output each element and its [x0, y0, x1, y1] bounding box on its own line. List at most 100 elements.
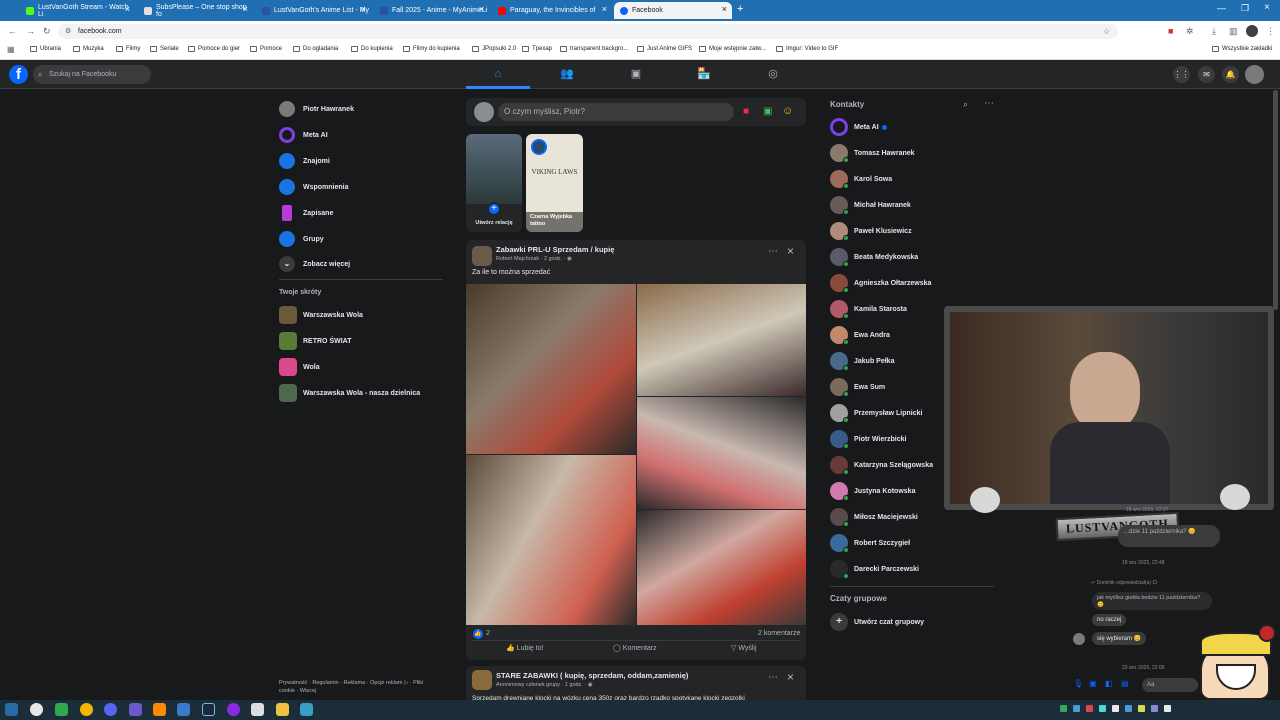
post-time[interactable]: 1 godz.	[565, 682, 583, 688]
bookmark-folder[interactable]: Filmy	[116, 46, 140, 52]
search-icon[interactable]: ⌕	[963, 99, 968, 110]
steam-icon[interactable]	[202, 703, 215, 716]
group-avatar[interactable]	[472, 246, 492, 266]
reload-icon[interactable]: ↻	[43, 26, 51, 37]
footer-link[interactable]: Więcej	[300, 688, 317, 694]
side-panel-icon[interactable]: ▥	[1229, 26, 1238, 37]
contact-item[interactable]: Katarzyna Szelągowska	[830, 456, 933, 475]
start-icon[interactable]	[5, 703, 18, 716]
footer-link[interactable]: Prywatność	[279, 680, 307, 686]
sidebar-item-saved[interactable]: Zapisane	[279, 204, 333, 222]
post-photo[interactable]	[637, 397, 806, 509]
menu-grid-icon[interactable]: ⋮⋮	[1173, 66, 1190, 83]
browser-tab[interactable]: LustVanGoth Stream - Watch Li ×	[20, 2, 135, 19]
app-icon[interactable]	[227, 703, 240, 716]
bookmark-folder[interactable]: Do kupienia	[351, 46, 393, 52]
contact-item[interactable]: Beata Medykowska	[830, 248, 918, 267]
forward-icon[interactable]: →	[26, 26, 35, 36]
gif-icon[interactable]: ▤	[1121, 679, 1129, 688]
story-create[interactable]: + Utwórz relację	[466, 134, 522, 232]
comment-count[interactable]: 2 komentarze	[758, 630, 800, 637]
browser-tab[interactable]: SubsPlease – One stop shop fo ×	[138, 2, 253, 19]
bookmark-folder[interactable]: Do ogladania	[293, 46, 338, 52]
account-avatar[interactable]	[1245, 65, 1264, 84]
site-info-icon[interactable]: ⚙	[65, 24, 71, 39]
sidebar-item-meta-ai[interactable]: Meta AI	[279, 126, 328, 144]
photo-icon[interactable]: ▣	[763, 106, 772, 117]
footer-link[interactable]: Regulamin	[312, 680, 338, 686]
groups-icon[interactable]: ◎	[766, 67, 780, 81]
bookmark-star-icon[interactable]: ☆	[1103, 24, 1110, 39]
post-group-name[interactable]: STARE ZABAWKI ( kupię, sprzedam, oddam,z…	[496, 671, 688, 680]
discord-icon[interactable]	[104, 703, 117, 716]
contact-item[interactable]: Robert Szczygieł	[830, 534, 910, 553]
bookmark-folder[interactable]: Muzyka	[73, 46, 104, 52]
close-tab-icon[interactable]: ×	[361, 4, 366, 14]
tray-icon[interactable]	[1151, 705, 1158, 712]
like-button[interactable]: 👍 Lubię to!	[506, 644, 544, 652]
footer-link[interactable]: Reklama	[344, 680, 366, 686]
bookmark-folder[interactable]: Pomoce do gier	[188, 46, 240, 52]
post-author[interactable]: Robert Majchrzak	[496, 256, 539, 262]
chrome-icon[interactable]	[30, 703, 43, 716]
microphone-icon[interactable]: 🎙	[1073, 679, 1083, 688]
app-icon[interactable]	[177, 703, 190, 716]
bookmark-folder[interactable]: Filmy do kupienia	[403, 46, 460, 52]
post-author[interactable]: Anonimowy członek grupy	[496, 682, 560, 688]
browser-tab[interactable]: Fall 2025 - Anime - MyAnimeLi ×	[374, 2, 489, 19]
browser-tab-active[interactable]: Facebook ×	[614, 2, 732, 19]
all-bookmarks[interactable]: Wszystkie zakładki	[1212, 46, 1272, 52]
apps-grid-icon[interactable]: ▦	[7, 45, 15, 54]
bookmark-folder[interactable]: Pomoce	[250, 46, 282, 52]
feeling-icon[interactable]: ☺	[782, 105, 793, 117]
tray-icon[interactable]	[1125, 705, 1132, 712]
tray-icon[interactable]	[1099, 705, 1106, 712]
tray-icon[interactable]	[1164, 705, 1171, 712]
close-tab-icon[interactable]: ×	[479, 4, 484, 14]
tray-icon[interactable]	[1138, 705, 1145, 712]
close-tab-icon[interactable]: ×	[125, 4, 130, 14]
post-photo[interactable]	[637, 510, 806, 625]
sticker-icon[interactable]: ◧	[1105, 679, 1113, 688]
bookmark-link[interactable]: Just Anime GIFS	[637, 46, 692, 52]
composer-input[interactable]: O czym myślisz, Piotr?	[498, 103, 734, 121]
close-window-button[interactable]: ×	[1264, 2, 1270, 13]
contact-item[interactable]: Ewa Sum	[830, 378, 885, 397]
contact-item[interactable]: Tomasz Hawranek	[830, 144, 915, 163]
post-photo[interactable]	[466, 284, 636, 454]
contact-item[interactable]: Karol Sowa	[830, 170, 892, 189]
menu-kebab-icon[interactable]: ⋮	[1266, 26, 1275, 37]
bookmark-link[interactable]: Imgur: Video to GIF	[776, 46, 838, 52]
more-options-icon[interactable]: ⋯	[768, 672, 778, 683]
bookmark-folder[interactable]: Seriale	[150, 46, 179, 52]
contact-item[interactable]: Meta AI	[830, 118, 887, 136]
maximize-button[interactable]: ❐	[1241, 3, 1249, 14]
sidebar-item-groups[interactable]: Grupy	[279, 230, 324, 248]
sidebar-item-see-more[interactable]: ⌄ Zobacz więcej	[279, 255, 350, 273]
post-photo[interactable]	[637, 284, 806, 396]
extensions-puzzle-icon[interactable]: ✲	[1186, 26, 1194, 37]
tray-icon[interactable]	[1060, 705, 1067, 712]
app-icon[interactable]	[129, 703, 142, 716]
contact-item[interactable]: Piotr Wierzbicki	[830, 430, 906, 449]
tray-icon[interactable]	[1086, 705, 1093, 712]
home-icon[interactable]: ⌂	[491, 67, 505, 81]
contact-item[interactable]: Michał Hawranek	[830, 196, 911, 215]
app-icon[interactable]	[55, 703, 68, 716]
search-input[interactable]: ⌕ Szukaj na Facebooku	[33, 65, 151, 84]
contact-item[interactable]: Paweł Klusiewicz	[830, 222, 912, 241]
chat-input[interactable]: Aa	[1142, 678, 1198, 692]
page-scrollbar[interactable]	[1273, 90, 1278, 310]
sidebar-item-friends[interactable]: Znajomi	[279, 152, 330, 170]
close-icon[interactable]: ×	[787, 670, 794, 684]
bookmark-link[interactable]: Tpexap	[522, 46, 552, 52]
contact-item[interactable]: Agnieszka Ołtarzewska	[830, 274, 931, 293]
share-button[interactable]: ▽ Wyślij	[731, 644, 757, 652]
messenger-icon[interactable]: ✉	[1198, 66, 1215, 83]
close-icon[interactable]: ×	[787, 244, 794, 258]
post-photo[interactable]	[466, 455, 636, 625]
more-options-icon[interactable]: ⋯	[768, 246, 778, 257]
bookmark-link[interactable]: transparent backgro...	[560, 46, 628, 52]
story-item[interactable]: VIKING LAWS Czarna Wyjebka tattoo	[526, 134, 583, 232]
contact-item[interactable]: Ewa Andra	[830, 326, 890, 345]
